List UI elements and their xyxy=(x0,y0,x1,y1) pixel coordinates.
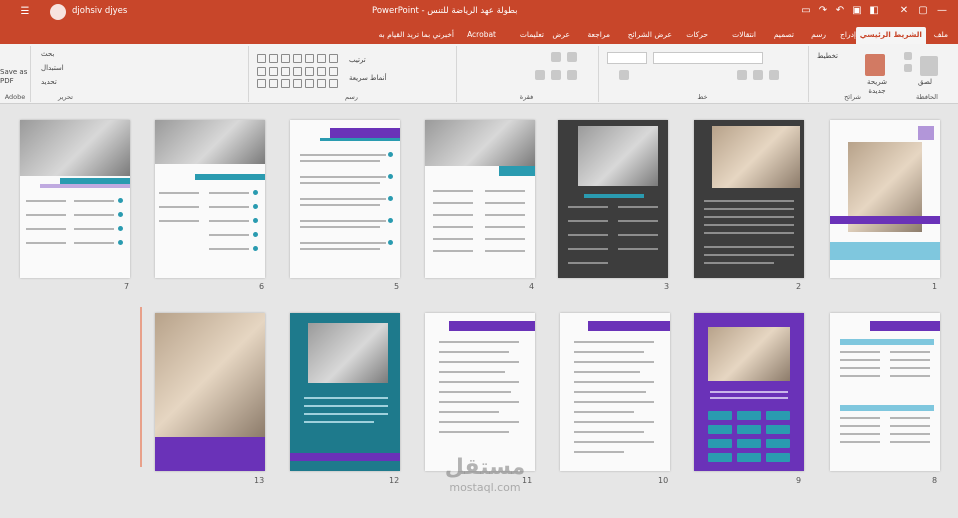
numbering-icon[interactable] xyxy=(551,52,561,62)
window-controls: ✕ ▢ — xyxy=(896,3,950,19)
tab-file[interactable]: ملف xyxy=(930,27,952,44)
slide-thumbnail-13[interactable] xyxy=(155,313,265,471)
quick-access-toolbar: ▭ ↷ ↶ ▣ ◧ xyxy=(800,3,880,19)
tab-home[interactable]: الشريط الرئيسي xyxy=(855,27,926,44)
slide-number-2: 2 xyxy=(796,282,802,291)
select-button[interactable]: تحديد xyxy=(41,78,57,86)
present-icon[interactable]: ▭ xyxy=(800,3,812,19)
group-editing: بحث استبدال تحديد تحرير xyxy=(30,46,100,102)
align-right-icon[interactable] xyxy=(567,70,577,80)
title-bar: ☰ djohsiv djyes PowerPoint - بطولة عهد ا… xyxy=(0,0,958,24)
tab-view[interactable]: عرض xyxy=(548,27,574,44)
tab-help[interactable]: تعليمات xyxy=(516,27,548,44)
slide-number-9: 9 xyxy=(796,476,802,485)
tab-insert[interactable]: إدراج xyxy=(836,27,860,44)
group-paragraph: فقرة xyxy=(456,46,596,102)
underline-icon[interactable] xyxy=(737,70,747,80)
slide-thumbnail-8[interactable] xyxy=(830,313,940,471)
font-size-select[interactable] xyxy=(607,52,647,64)
group-label-drawing: رسم xyxy=(345,93,358,101)
group-label-clipboard: الحافظة xyxy=(916,93,938,101)
layout-button[interactable]: تخطيط xyxy=(817,52,838,60)
quick-styles-button[interactable]: أنماط سريعة xyxy=(349,74,387,82)
group-slides: شريحة جديدة تخطيط شرائح xyxy=(808,46,896,102)
watermark: مستقل mostaql.com xyxy=(425,455,545,495)
document-title: PowerPoint - بطولة عهد الرياضة للتنس xyxy=(372,6,518,16)
watermark-latin: mostaql.com xyxy=(449,481,521,494)
tab-acrobat[interactable]: Acrobat xyxy=(463,27,500,44)
tab-transitions[interactable]: انتقالات xyxy=(728,27,760,44)
slide-number-8: 8 xyxy=(932,476,938,485)
group-clipboard: لصق الحافظة xyxy=(898,46,956,102)
minimize-icon[interactable]: — xyxy=(934,3,950,19)
save-icon[interactable]: ▣ xyxy=(851,3,863,19)
group-label-paragraph: فقرة xyxy=(519,93,534,101)
italic-icon[interactable] xyxy=(753,70,763,80)
slide-thumbnail-5[interactable] xyxy=(290,120,400,278)
slide-number-12: 12 xyxy=(389,476,400,485)
cut-icon[interactable] xyxy=(904,52,912,60)
ribbon-tabs: ملف الشريط الرئيسي إدراج رسم تصميم انتقا… xyxy=(0,24,958,44)
app-menu-icon[interactable]: ☰ xyxy=(18,5,32,19)
tab-slideshow[interactable]: عرض الشرائح xyxy=(624,27,676,44)
slide-number-6: 6 xyxy=(259,282,265,291)
autosave-icon[interactable]: ◧ xyxy=(868,3,880,19)
font-color-icon[interactable] xyxy=(619,70,629,80)
bold-icon[interactable] xyxy=(769,70,779,80)
undo-icon[interactable]: ↶ xyxy=(834,3,846,19)
redo-icon[interactable]: ↷ xyxy=(817,3,829,19)
avatar[interactable] xyxy=(50,4,66,20)
copy-icon[interactable] xyxy=(904,64,912,72)
slide-number-10: 10 xyxy=(658,476,669,485)
tab-review[interactable]: مراجعة xyxy=(583,27,614,44)
slide-thumbnail-6[interactable] xyxy=(155,120,265,278)
slide-thumbnail-4[interactable] xyxy=(425,120,535,278)
group-label-editing: تحرير xyxy=(58,93,73,101)
slide-number-13: 13 xyxy=(254,476,265,485)
tab-animations[interactable]: حركات xyxy=(682,27,712,44)
tab-design[interactable]: تصميم xyxy=(770,27,798,44)
arrange-button[interactable]: ترتيب xyxy=(349,56,366,64)
slide-number-7: 7 xyxy=(124,282,130,291)
ribbon: لصق الحافظة شريحة جديدة تخطيط شرائح خط ف… xyxy=(0,44,958,104)
slide-thumbnail-11[interactable] xyxy=(425,313,535,471)
shapes-gallery[interactable] xyxy=(257,54,338,90)
slide-thumbnail-1[interactable] xyxy=(830,120,940,278)
slide-thumbnail-7[interactable] xyxy=(20,120,130,278)
slide-thumbnail-3[interactable] xyxy=(558,120,668,278)
group-label-font: خط xyxy=(697,93,708,101)
slide-number-5: 5 xyxy=(394,282,400,291)
bullets-icon[interactable] xyxy=(567,52,577,62)
slide-thumbnail-2[interactable] xyxy=(694,120,804,278)
slide-thumbnail-9[interactable] xyxy=(694,313,804,471)
group-drawing: ترتيب أنماط سريعة رسم xyxy=(248,46,454,102)
insertion-marker xyxy=(140,307,142,467)
replace-button[interactable]: استبدال xyxy=(41,64,64,72)
align-center-icon[interactable] xyxy=(551,70,561,80)
maximize-icon[interactable]: ▢ xyxy=(915,3,931,19)
group-label-adobe: Adobe xyxy=(4,93,26,101)
paste-icon[interactable] xyxy=(920,56,938,76)
tell-me-search[interactable]: أخبرني بما تريد القيام به xyxy=(375,27,458,44)
close-icon[interactable]: ✕ xyxy=(896,3,912,19)
group-adobe: Save as PDF Adobe xyxy=(0,46,30,102)
align-left-icon[interactable] xyxy=(535,70,545,80)
slide-number-3: 3 xyxy=(664,282,670,291)
slide-number-1: 1 xyxy=(932,282,938,291)
user-name[interactable]: djohsiv djyes xyxy=(72,6,127,16)
slide-thumbnail-10[interactable] xyxy=(560,313,670,471)
slide-number-4: 4 xyxy=(529,282,535,291)
save-as-pdf-button[interactable]: Save as PDF xyxy=(0,68,28,86)
font-name-select[interactable] xyxy=(653,52,763,64)
new-slide-icon[interactable] xyxy=(865,54,885,76)
paste-button[interactable]: لصق xyxy=(918,78,932,86)
group-font: خط xyxy=(598,46,806,102)
slide-thumbnail-12[interactable] xyxy=(290,313,400,471)
find-button[interactable]: بحث xyxy=(41,50,54,58)
tab-draw[interactable]: رسم xyxy=(807,27,830,44)
watermark-arabic: مستقل xyxy=(444,455,526,480)
group-label-slides: شرائح xyxy=(844,93,861,101)
